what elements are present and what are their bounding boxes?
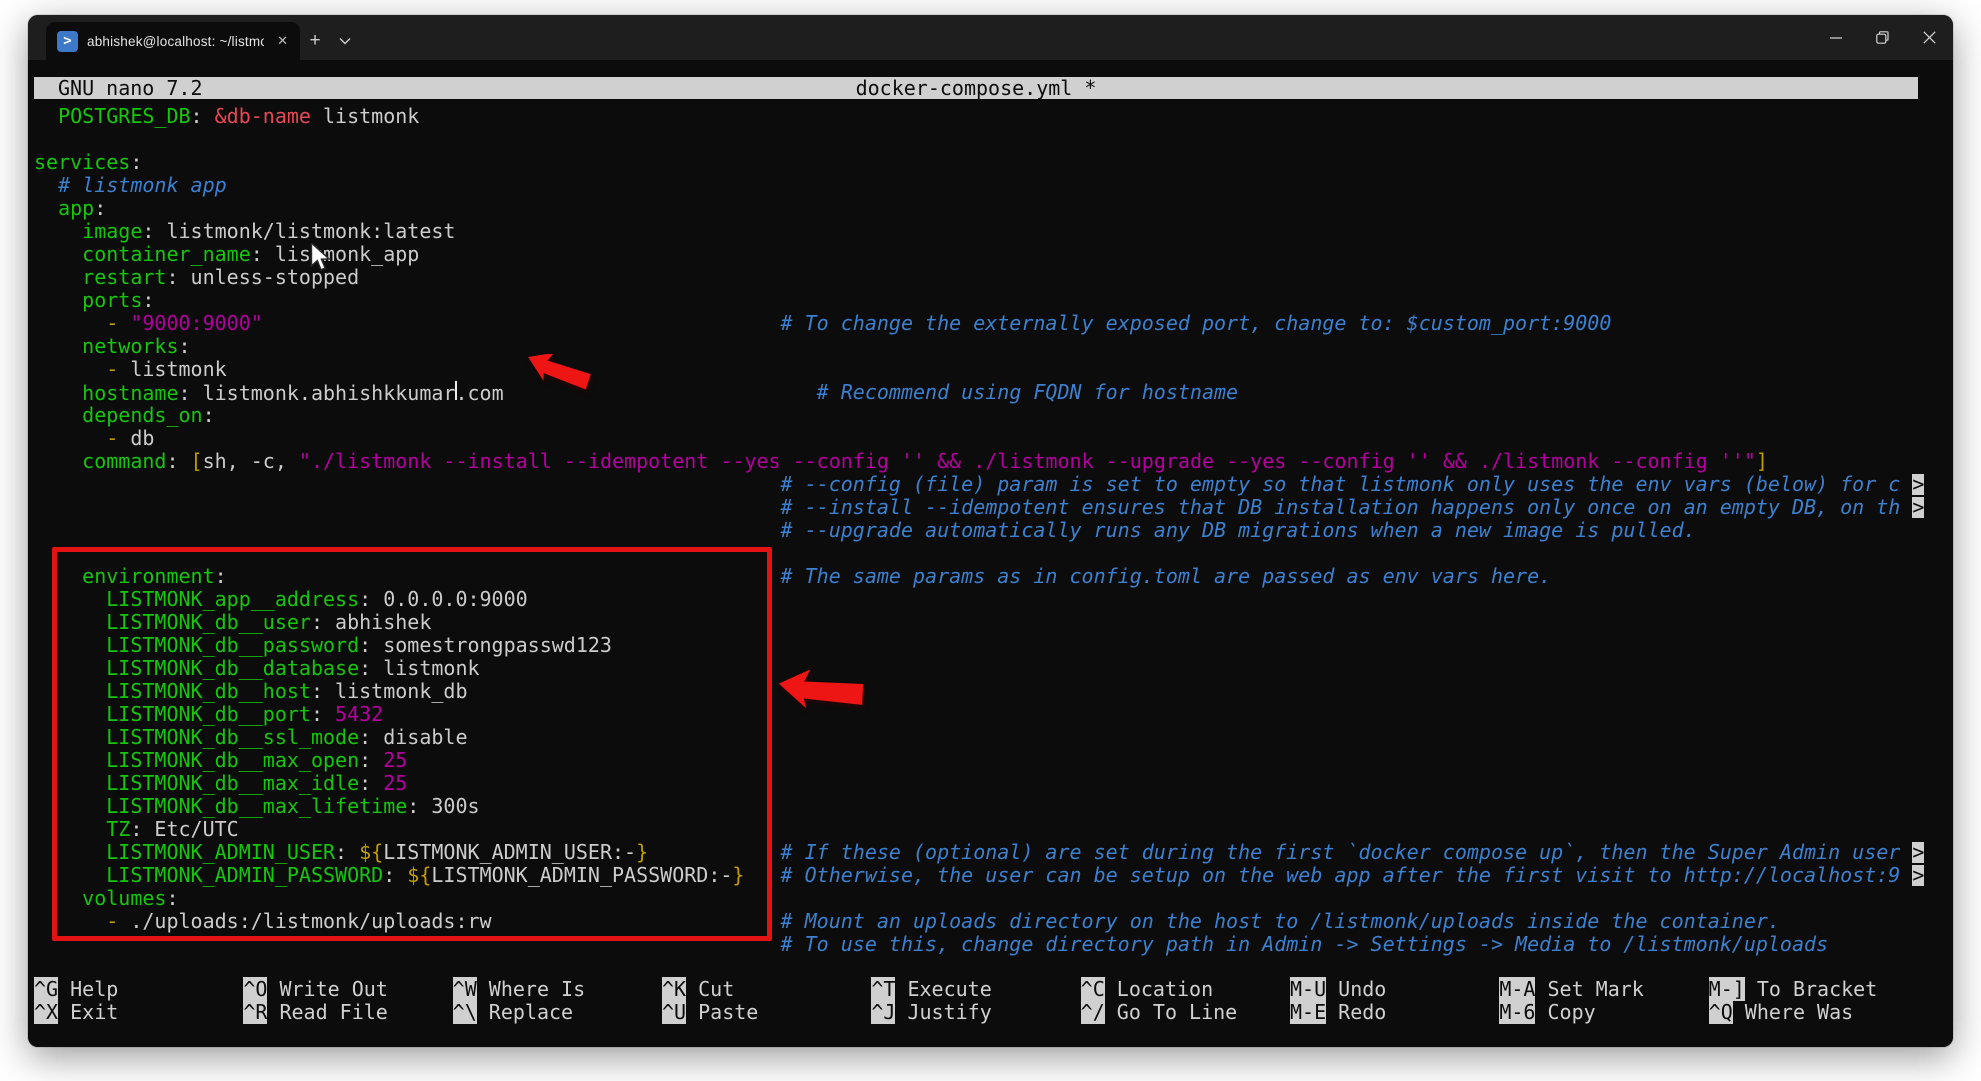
- shortcut-hint: M-6 Copy: [1499, 1001, 1708, 1024]
- nano-help-bar: ^G Help^O Write Out^W Where Is^K Cut^T E…: [34, 978, 1918, 1024]
- restore-button[interactable]: [1859, 15, 1906, 60]
- nano-titlebar: GNU nano 7.2 docker-compose.yml *: [34, 77, 1918, 99]
- shortcut-hint: ^/ Go To Line: [1081, 1001, 1290, 1024]
- code-line: # --upgrade automatically runs any DB mi…: [34, 519, 1924, 542]
- close-icon: [1923, 31, 1936, 44]
- inline-comment: # If these (optional) are set during the…: [781, 841, 1901, 864]
- shortcut-hint: ^\ Replace: [453, 1001, 662, 1024]
- window-controls: [1812, 15, 1953, 60]
- code-line: app:: [34, 197, 1924, 220]
- code-line: # --install --idempotent ensures that DB…: [34, 496, 1924, 519]
- shortcut-hint: ^J Justify: [871, 1001, 1080, 1024]
- nano-filename-label: docker-compose.yml *: [34, 77, 1918, 99]
- shortcut-hint: ^X Exit: [34, 1001, 243, 1024]
- shortcut-hint: M-] To Bracket: [1709, 978, 1918, 1001]
- shortcut-hint: ^O Write Out: [243, 978, 452, 1001]
- shortcut-hint: ^W Where Is: [453, 978, 662, 1001]
- code-line: depends_on:: [34, 404, 1924, 427]
- code-line: - db: [34, 427, 1924, 450]
- shortcut-hint: ^Q Where Was: [1709, 1001, 1918, 1024]
- powershell-icon: >: [57, 31, 78, 52]
- tab-dropdown-button[interactable]: [330, 22, 360, 60]
- code-line: hostname: listmonk.abhishkkumar.com# Rec…: [34, 381, 1924, 404]
- tab-title: abhishek@localhost: ~/listmo: [87, 34, 264, 49]
- inline-comment: # --upgrade automatically runs any DB mi…: [781, 519, 1696, 542]
- annotation-arrow-hostname: [523, 354, 613, 406]
- annotation-highlight-box: [52, 547, 772, 941]
- new-tab-button[interactable]: +: [300, 22, 330, 60]
- minimize-button[interactable]: [1812, 15, 1859, 60]
- inline-comment: # To use this, change directory path in …: [781, 933, 1829, 956]
- mouse-pointer-icon: [310, 243, 332, 271]
- shortcut-hint: M-E Redo: [1290, 1001, 1499, 1024]
- line-overflow-marker: >: [1912, 842, 1924, 863]
- chevron-down-icon: [339, 37, 351, 45]
- code-line: - "9000:9000"# To change the externally …: [34, 312, 1924, 335]
- annotation-arrow-environment: [776, 668, 880, 724]
- inline-comment: # Recommend using FQDN for hostname: [817, 381, 1238, 404]
- shortcut-hint: ^G Help: [34, 978, 243, 1001]
- code-line: ports:: [34, 289, 1924, 312]
- code-line: POSTGRES_DB: &db-name listmonk: [34, 105, 1924, 128]
- inline-comment: # --install --idempotent ensures that DB…: [781, 496, 1901, 519]
- code-line: image: listmonk/listmonk:latest: [34, 220, 1924, 243]
- shortcut-hint: ^C Location: [1081, 978, 1290, 1001]
- shortcut-hint: ^T Execute: [871, 978, 1080, 1001]
- code-line: [34, 128, 1924, 151]
- shortcut-hint: ^U Paste: [662, 1001, 871, 1024]
- help-row-2: ^X Exit^R Read File^\ Replace^U Paste^J …: [34, 1001, 1918, 1024]
- terminal-window: > abhishek@localhost: ~/listmo ✕ +: [28, 15, 1953, 1047]
- inline-comment: # To change the externally exposed port,…: [781, 312, 1612, 335]
- code-line: - listmonk: [34, 358, 1924, 381]
- close-button[interactable]: [1906, 15, 1953, 60]
- inline-comment: # --config (file) param is set to empty …: [781, 473, 1901, 496]
- inline-comment: # Otherwise, the user can be setup on th…: [781, 864, 1901, 887]
- line-overflow-marker: >: [1912, 865, 1924, 886]
- shortcut-hint: M-A Set Mark: [1499, 978, 1708, 1001]
- shortcut-hint: ^K Cut: [662, 978, 871, 1001]
- terminal-tab[interactable]: > abhishek@localhost: ~/listmo ✕: [46, 22, 300, 60]
- code-line: services:: [34, 151, 1924, 174]
- code-line: command: [sh, -c, "./listmonk --install …: [34, 450, 1924, 473]
- terminal-screen[interactable]: GNU nano 7.2 docker-compose.yml * POSTGR…: [28, 60, 1953, 1047]
- shortcut-hint: M-U Undo: [1290, 978, 1499, 1001]
- tab-close-icon[interactable]: ✕: [273, 31, 292, 51]
- inline-comment: # Mount an uploads directory on the host…: [781, 910, 1780, 933]
- help-row-1: ^G Help^O Write Out^W Where Is^K Cut^T E…: [34, 978, 1918, 1001]
- inline-comment: # The same params as in config.toml are …: [781, 565, 1552, 588]
- code-line: # listmonk app: [34, 174, 1924, 197]
- line-overflow-marker: >: [1912, 497, 1924, 518]
- code-line: # --config (file) param is set to empty …: [34, 473, 1924, 496]
- code-line: networks:: [34, 335, 1924, 358]
- line-overflow-marker: >: [1912, 474, 1924, 495]
- restore-icon: [1876, 31, 1889, 44]
- titlebar[interactable]: > abhishek@localhost: ~/listmo ✕ +: [28, 15, 1953, 60]
- shortcut-hint: ^R Read File: [243, 1001, 452, 1024]
- minimize-icon: [1830, 32, 1842, 44]
